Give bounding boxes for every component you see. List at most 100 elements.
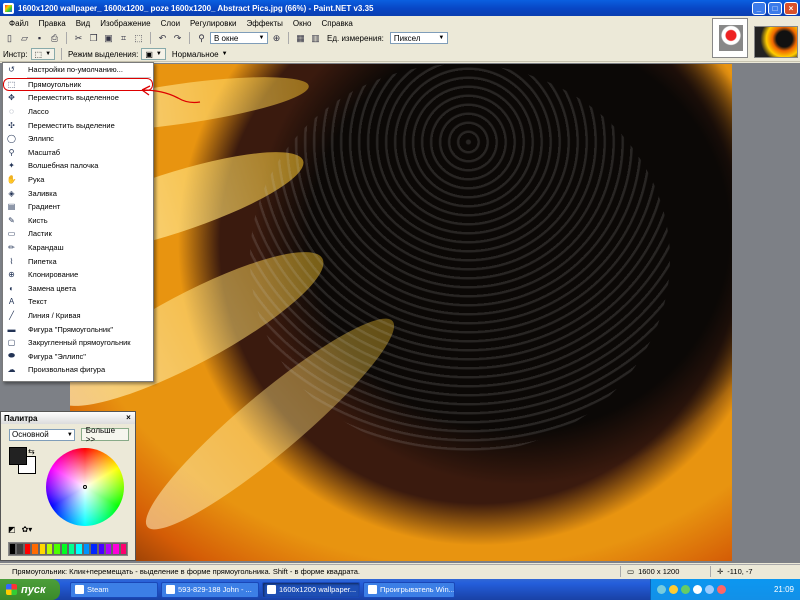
color-swatch[interactable] [119,543,127,555]
menu-image[interactable]: Изображение [95,19,155,28]
task-button-paintnet[interactable]: 1600x1200 wallpaper... [262,581,360,598]
menu-adjustments[interactable]: Регулировки [185,19,241,28]
color-swatch[interactable] [53,543,61,555]
volume-icon[interactable] [693,585,702,594]
color-swatch[interactable] [60,543,68,555]
chevron-down-icon: ▼ [45,51,52,57]
tool-picker-button[interactable]: ⬚ ▼ [30,48,56,60]
menu-view[interactable]: Вид [71,19,95,28]
save-icon[interactable]: ▪ [33,32,46,44]
color-swatch[interactable] [9,543,17,555]
tool-menu-item[interactable]: ✣ Переместить выделение [3,118,153,132]
tool-menu-item[interactable]: ⚲ Масштаб [3,146,153,160]
color-swatch[interactable] [97,543,105,555]
palette-mode-select[interactable]: Основной ▼ [9,428,75,441]
print-icon[interactable]: ⎙ [48,32,61,44]
menu-edit[interactable]: Правка [34,19,71,28]
deselect-icon[interactable]: ⬚ [132,32,145,44]
tool-menu-item[interactable]: ▢ Закругленный прямоугольник [3,336,153,350]
palette-title-bar[interactable]: Палитра × [1,412,135,424]
palette-more-button[interactable]: Больше >> [80,426,129,444]
color-swatch[interactable] [45,543,54,555]
tool-menu-item[interactable]: ⊕ Клонирование [3,268,153,282]
color-swatch[interactable] [31,543,39,555]
grid-icon[interactable]: ▦ [294,32,307,44]
palette-menu-icon[interactable]: ✿▾ [22,525,33,534]
tool-menu-defaults[interactable]: ↺ Настройки по-умолчанию... [3,63,153,77]
color-swatch[interactable] [16,543,24,555]
color-swatch[interactable] [112,543,120,555]
new-icon[interactable]: ▯ [3,32,16,44]
tool-menu-item[interactable]: ◯ Эллипс [3,132,153,146]
color-swatch[interactable] [38,543,46,555]
selection-mode-dropdown[interactable]: Нормальное ▼ [169,48,231,60]
tool-menu-item[interactable]: ✦ Волшебная палочка [3,159,153,173]
tool-menu-item-label: Текст [28,297,47,307]
tool-menu-item[interactable]: A Текст [3,295,153,309]
menu-window[interactable]: Окно [288,19,317,28]
close-button[interactable]: × [784,1,798,15]
tray-icon[interactable] [657,585,666,594]
reset-colors-icon[interactable]: ◩ [8,525,16,534]
color-swatch[interactable] [68,543,76,555]
zoom-icon[interactable]: ⚲ [195,32,208,44]
tool-label: Инстр: [3,49,28,59]
color-swatch[interactable] [104,543,113,555]
tool-menu-item[interactable]: ◈ Заливка [3,186,153,200]
paintnet-app-icon[interactable] [3,2,14,14]
color-swatch[interactable] [23,543,32,555]
menu-help[interactable]: Справка [316,19,357,28]
image-tab-thumbnail-card[interactable] [712,18,748,58]
color-swatch[interactable] [82,543,91,555]
tool-menu-item[interactable]: ✥ Переместить выделенное [3,91,153,105]
tool-menu-item[interactable]: ▤ Градиент [3,200,153,214]
undo-icon[interactable]: ↶ [156,32,169,44]
tray-icon[interactable] [669,585,678,594]
tray-icon[interactable] [681,585,690,594]
copy-icon[interactable]: ❐ [87,32,100,44]
menu-effects[interactable]: Эффекты [241,19,287,28]
cut-icon[interactable]: ✂ [72,32,85,44]
tool-menu-item[interactable]: ☁ Произвольная фигура [3,363,153,377]
image-tab-thumbnail-sunflower[interactable] [754,26,798,58]
tray-icon[interactable] [717,585,726,594]
tool-menu-item[interactable]: ◐ Замена цвета [3,282,153,296]
zoom-in-icon[interactable]: ⊕ [270,32,283,44]
tool-menu-item[interactable]: ╱ Линия / Кривая [3,309,153,323]
tool-menu-item[interactable]: ⬬ Фигура "Эллипс" [3,349,153,363]
minimize-button[interactable]: _ [752,1,766,15]
tool-menu-item[interactable]: ▬ Фигура "Прямоугольник" [3,322,153,336]
palette-close-button[interactable]: × [124,413,133,423]
redo-icon[interactable]: ↷ [171,32,184,44]
tool-menu-item[interactable]: ✎ Кисть [3,214,153,228]
primary-color-swatch[interactable] [9,447,27,465]
task-button-chat[interactable]: 593-829-188 John - ... [161,581,259,598]
canvas-image[interactable] [70,64,732,561]
color-swatch[interactable] [75,543,83,555]
rulers-icon[interactable]: ▥ [309,32,322,44]
ellipse-select-icon: ◯ [7,134,16,144]
zoom-combo[interactable]: В окне ▼ [210,32,268,44]
tool-menu-item[interactable]: ⬚ Прямоугольник [3,77,153,92]
maximize-button[interactable]: □ [768,1,782,15]
crop-icon[interactable]: ⌗ [117,32,130,44]
tool-menu-item[interactable]: ◌ Лассо [3,105,153,119]
tool-menu-item[interactable]: ✋ Рука [3,173,153,187]
task-button-steam[interactable]: Steam [70,581,158,598]
tool-menu-item[interactable]: ▭ Ластик [3,227,153,241]
network-icon[interactable] [705,585,714,594]
tool-menu-item[interactable]: ⌇ Пипетка [3,254,153,268]
color-swatch[interactable] [90,543,98,555]
tool-menu-item[interactable]: ✏ Карандаш [3,241,153,255]
selection-mode-icon-button[interactable]: ▣ ▼ [141,48,166,60]
move-selected-icon: ✥ [8,93,15,103]
start-button[interactable]: пуск [0,579,60,600]
swap-colors-icon[interactable]: ⇆ [28,447,35,456]
task-button-media-player[interactable]: Проигрыватель Win... [363,581,455,598]
paste-icon[interactable]: ▣ [102,32,115,44]
units-combo[interactable]: Пиксел ▼ [389,32,448,44]
menu-file[interactable]: Файл [4,19,34,28]
toolbar-separator [189,32,190,44]
open-icon[interactable]: ▱ [18,32,31,44]
menu-layers[interactable]: Слои [156,19,185,28]
